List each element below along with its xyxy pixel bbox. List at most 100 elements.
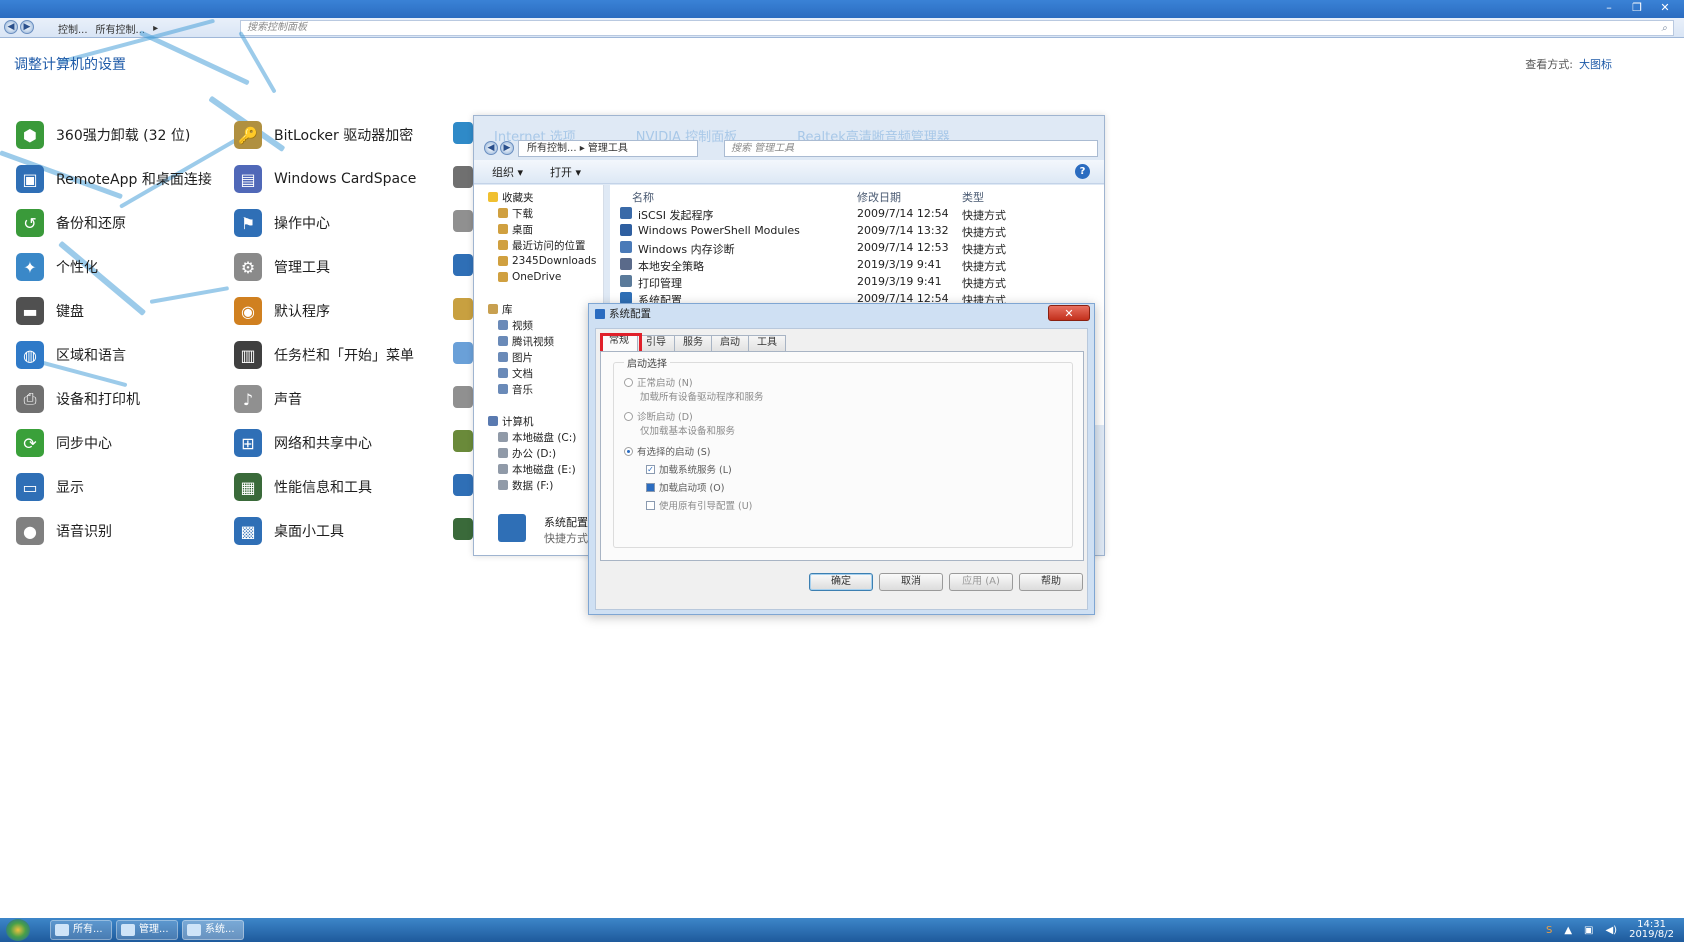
cp-item[interactable]: ⎙ 设备和打印机 (16, 382, 140, 416)
radio-icon[interactable] (624, 411, 633, 421)
dialog-close-button[interactable]: ✕ (1048, 305, 1090, 321)
checkbox-option[interactable]: 加载启动项 (O) (646, 480, 724, 494)
nav-item[interactable]: 下载 (498, 205, 533, 221)
nav-item[interactable]: 本地磁盘 (C:) (498, 429, 576, 445)
restore-button[interactable]: ❐ (1624, 0, 1650, 16)
nav-libraries[interactable]: 库 (488, 301, 513, 317)
column-header-type[interactable]: 类型 (962, 189, 984, 205)
nav-label: 收藏夹 (502, 191, 534, 204)
taskbar-item-control-panel[interactable]: 所有... (50, 920, 112, 940)
cp-item[interactable]: ▭ 显示 (16, 470, 84, 504)
network-icon[interactable]: ▣ (1584, 925, 1593, 936)
cp-item[interactable]: ◉ 默认程序 (234, 294, 330, 328)
checkbox-option[interactable]: 使用原有引导配置 (U) (646, 498, 752, 512)
show-hidden-icons-icon[interactable]: ▲ (1564, 925, 1572, 936)
start-button[interactable] (6, 919, 30, 941)
tab[interactable]: 工具 (748, 335, 786, 351)
nav-item[interactable]: 本地磁盘 (E:) (498, 461, 576, 477)
breadcrumb[interactable]: 所有控制... ▸ 管理工具 (518, 140, 698, 157)
cp-item[interactable]: ↺ 备份和还原 (16, 206, 126, 240)
close-button[interactable]: ✕ (1652, 0, 1678, 16)
column-header-name[interactable]: 名称 (632, 189, 654, 205)
help-button[interactable]: 帮助 (1019, 573, 1083, 591)
table-row[interactable]: Windows 内存诊断 2009/7/14 12:53 快捷方式 (610, 239, 1104, 257)
checkbox[interactable]: ✓ (646, 464, 655, 474)
cp-item[interactable]: 🔑 BitLocker 驱动器加密 (234, 118, 413, 152)
breadcrumb-item[interactable]: 控制... (58, 21, 88, 36)
group-icon (488, 416, 498, 426)
nav-item[interactable]: 视频 (498, 317, 533, 333)
tab[interactable]: 服务 (674, 335, 712, 351)
nav-item[interactable]: 数据 (F:) (498, 477, 553, 493)
cp-item[interactable]: ⚙ 管理工具 (234, 250, 330, 284)
cp-item[interactable]: ⊞ 网络和共享中心 (234, 426, 372, 460)
search-icon[interactable]: ⌕ (1661, 22, 1667, 36)
cp-item[interactable]: ⟳ 同步中心 (16, 426, 112, 460)
checkbox-option[interactable]: ✓ 加载系统服务 (L) (646, 462, 732, 476)
dialog-body: 常规 引导 服务 启动 工具 启动选择 正常启动 (N) 加载所有设备驱动程序和服务 诊… (595, 328, 1088, 610)
cp-item[interactable]: ● 语音识别 (16, 514, 112, 548)
taskbar-item-admin-tools[interactable]: 管理... (116, 920, 178, 940)
nav-item[interactable]: 办公 (D:) (498, 445, 556, 461)
back-button[interactable]: ◀ (484, 141, 498, 155)
explorer-addressbar: ◀ ▶ 所有控制... ▸ 管理工具 搜索 管理工具 (480, 140, 1098, 158)
table-row[interactable]: Windows PowerShell Modules 2009/7/14 13:3… (610, 222, 1104, 240)
table-row[interactable]: iSCSI 发起程序 2009/7/14 12:54 快捷方式 (610, 205, 1104, 223)
cp-item[interactable]: ▦ 性能信息和工具 (234, 470, 372, 504)
input-method-icon[interactable]: S (1546, 925, 1552, 936)
table-row[interactable]: 本地安全策略 2019/3/19 9:41 快捷方式 (610, 256, 1104, 274)
nav-computer[interactable]: 计算机 (488, 413, 534, 429)
cp-item[interactable]: ⚑ 操作中心 (234, 206, 330, 240)
tab[interactable]: 引导 (637, 335, 675, 351)
checkbox[interactable] (646, 482, 655, 492)
cell-name: iSCSI 发起程序 (638, 209, 714, 222)
forward-button[interactable]: ▶ (500, 141, 514, 155)
radio-icon[interactable] (624, 446, 633, 456)
diagnostic-startup-radio[interactable]: 诊断启动 (D) (624, 409, 693, 423)
search-input[interactable]: 搜索控制面板 ⌕ (240, 20, 1674, 36)
nav-item[interactable]: OneDrive (498, 269, 561, 285)
breadcrumb-item[interactable]: 所有控制... (96, 21, 146, 36)
details-name: 系统配置 (544, 516, 588, 529)
nav-item[interactable]: 腾讯视频 (498, 333, 554, 349)
volume-icon[interactable]: ◀) (1605, 925, 1617, 936)
cp-item[interactable]: ✦ 个性化 (16, 250, 98, 284)
organize-button[interactable]: 组织 ▾ (492, 164, 523, 180)
cp-item[interactable]: ▩ 桌面小工具 (234, 514, 344, 548)
breadcrumb-chevron-icon[interactable]: ▸ (153, 23, 158, 34)
clock[interactable]: 14:31 2019/8/2 (1629, 920, 1674, 940)
checkbox[interactable] (646, 500, 655, 510)
cp-item[interactable]: ▣ RemoteApp 和桌面连接 (16, 162, 212, 196)
cp-item[interactable]: ▬ 键盘 (16, 294, 84, 328)
table-row[interactable]: 打印管理 2019/3/19 9:41 快捷方式 (610, 273, 1104, 291)
minimize-button[interactable]: – (1596, 0, 1622, 16)
selective-startup-radio[interactable]: 有选择的启动 (S) (624, 444, 710, 458)
nav-item[interactable]: 图片 (498, 349, 533, 365)
forward-button[interactable]: ▶ (20, 20, 34, 34)
apply-button[interactable]: 应用 (A) (949, 573, 1013, 591)
cp-item[interactable]: ▤ Windows CardSpace (234, 162, 416, 196)
cp-item[interactable]: ♪ 声音 (234, 382, 302, 416)
taskbar-item-system-config[interactable]: 系统... (182, 920, 244, 940)
column-header-date[interactable]: 修改日期 (857, 189, 901, 205)
nav-item[interactable]: 音乐 (498, 381, 533, 397)
normal-startup-radio[interactable]: 正常启动 (N) (624, 375, 693, 389)
nav-favorites[interactable]: 收藏夹 (488, 189, 534, 205)
nav-item[interactable]: 2345Downloads (498, 253, 596, 269)
cp-item[interactable]: ⬢ 360强力卸载 (32 位) (16, 118, 190, 152)
radio-icon[interactable] (624, 377, 633, 387)
tab[interactable]: 启动 (711, 335, 749, 351)
cancel-button[interactable]: 取消 (879, 573, 943, 591)
search-input[interactable]: 搜索 管理工具 (724, 140, 1098, 157)
cp-item[interactable]: ▥ 任务栏和「开始」菜单 (234, 338, 414, 372)
cp-item[interactable]: ◍ 区域和语言 (16, 338, 126, 372)
open-button[interactable]: 打开 ▾ (550, 164, 581, 180)
nav-item[interactable]: 最近访问的位置 (498, 237, 586, 253)
nav-item[interactable]: 文档 (498, 365, 533, 381)
folder-icon (498, 352, 508, 362)
ok-button[interactable]: 确定 (809, 573, 873, 591)
help-icon[interactable]: ? (1075, 164, 1090, 179)
back-button[interactable]: ◀ (4, 20, 18, 34)
view-by-dropdown[interactable]: 大图标 (1579, 56, 1612, 72)
nav-item[interactable]: 桌面 (498, 221, 533, 237)
